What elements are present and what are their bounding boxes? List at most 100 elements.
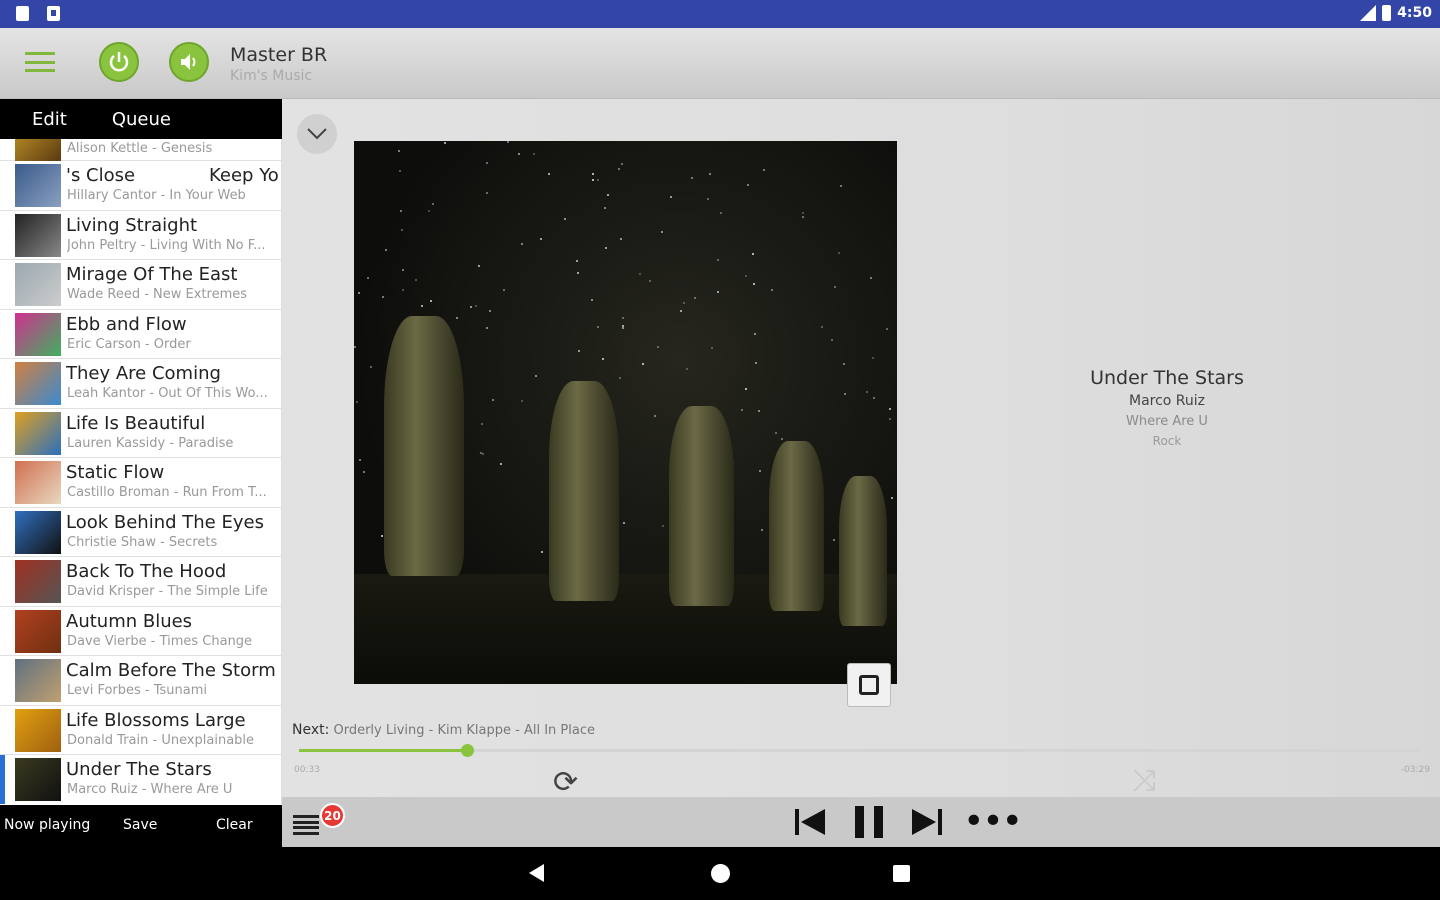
track-title: Back To The Hood <box>66 561 227 582</box>
star <box>690 177 693 180</box>
star <box>363 471 366 474</box>
star <box>757 409 760 412</box>
list-item[interactable]: Back To The Hood David Krisper - The Simp… <box>0 557 281 607</box>
star <box>602 357 605 360</box>
star <box>866 391 869 394</box>
collapse-button[interactable] <box>297 114 337 154</box>
list-item[interactable]: Mirage Of The East Wade Reed - New Extrem… <box>0 260 281 310</box>
zone-title: Master BR <box>230 44 328 66</box>
save-button[interactable]: Save <box>123 817 157 833</box>
recent-apps-icon[interactable] <box>893 865 910 882</box>
star <box>481 453 484 456</box>
list-item[interactable]: Static Flow Castillo Broman - Run From T.… <box>0 458 281 508</box>
track-title: Mirage Of The East <box>66 264 238 285</box>
star <box>548 173 551 176</box>
next-track-button[interactable] <box>907 805 947 839</box>
star <box>607 193 610 196</box>
star <box>486 192 489 195</box>
power-button[interactable] <box>99 42 139 82</box>
now-playing-panel: Under The Stars Marco Ruiz Where Are U R… <box>282 99 1440 800</box>
album-thumbnail <box>15 139 61 161</box>
back-icon[interactable] <box>529 864 544 882</box>
track-subtitle: Levi Forbes - Tsunami <box>67 683 208 698</box>
list-item[interactable]: 's Close Keep Yo Hillary Cantor - In Your … <box>0 161 281 211</box>
hamburger-menu-icon[interactable] <box>25 52 55 72</box>
star <box>741 409 744 412</box>
list-item[interactable]: Ebb and Flow Eric Carson - Order <box>0 310 281 359</box>
speaker-icon <box>181 54 196 70</box>
star <box>802 211 805 214</box>
more-options-icon[interactable]: ••• <box>963 804 1023 840</box>
progress-slider[interactable] <box>299 744 1419 757</box>
star <box>420 304 423 307</box>
track-subtitle: Dave Vierbe - Times Change <box>67 633 253 649</box>
star <box>622 317 625 320</box>
pause-button[interactable] <box>849 805 889 839</box>
star <box>844 392 847 395</box>
star <box>670 196 673 199</box>
previous-track-button[interactable] <box>790 805 830 839</box>
star <box>485 327 488 330</box>
track-album: Where Are U <box>1126 414 1208 429</box>
star <box>832 539 835 542</box>
star <box>401 269 404 272</box>
star <box>485 162 488 165</box>
list-item[interactable]: Alison Kettle - Genesis <box>0 139 281 161</box>
album-thumbnail <box>15 263 61 306</box>
now-playing-button[interactable]: Now playing <box>4 817 90 833</box>
list-item[interactable]: Autumn Blues Dave Vierbe - Times Change <box>0 607 281 656</box>
star <box>414 278 417 281</box>
track-title: Life Blossoms Large <box>66 709 246 731</box>
track-subtitle: Wade Reed - New Extremes <box>67 287 248 302</box>
list-item[interactable]: Life Blossoms Large Donald Train - Unexpl… <box>0 706 281 755</box>
star <box>762 169 765 171</box>
home-icon[interactable] <box>711 864 730 883</box>
star <box>402 289 405 292</box>
star <box>744 388 747 391</box>
album-thumbnail <box>15 659 61 702</box>
volume-button[interactable] <box>169 42 209 82</box>
album-thumbnail <box>15 560 61 603</box>
star <box>843 362 846 365</box>
star <box>535 374 538 377</box>
progress-knob[interactable] <box>461 744 474 757</box>
star <box>355 401 358 404</box>
album-thumbnail <box>15 411 61 455</box>
album-thumbnail <box>15 213 61 257</box>
list-item[interactable]: They Are Coming Leah Kantor - Out Of This… <box>0 359 281 409</box>
album-thumbnail <box>15 312 61 356</box>
list-item[interactable]: Life Is Beautiful Lauren Kassidy - Paradi… <box>0 409 281 458</box>
tab-edit[interactable]: Edit <box>0 109 67 130</box>
star <box>597 325 600 328</box>
status-time: 4:50 <box>1397 5 1432 21</box>
tab-queue[interactable]: Queue <box>67 109 171 130</box>
shuffle-icon[interactable]: ⤨ <box>1132 763 1156 798</box>
star <box>398 169 401 172</box>
track-subtitle: Hillary Cantor - In Your Web <box>67 188 246 203</box>
star <box>592 178 595 181</box>
repeat-icon[interactable]: ⟳ <box>553 765 578 800</box>
track-title: Under The Stars <box>1090 367 1244 389</box>
list-item[interactable]: Calm Before The Storm Levi Forbes - Tsuna… <box>0 656 281 706</box>
star <box>369 366 372 369</box>
list-item[interactable]: Under The Stars Marco Ruiz - Where Are U <box>0 755 281 804</box>
star <box>661 524 664 527</box>
clear-button[interactable]: Clear <box>216 817 253 833</box>
list-item[interactable]: Living Straight John Peltry - Living With… <box>0 211 281 260</box>
star <box>685 367 688 370</box>
system-nav-bar <box>0 847 1440 900</box>
star <box>564 218 567 221</box>
queue-list-icon[interactable] <box>293 815 319 835</box>
chevron-down-icon <box>307 128 327 140</box>
queue-panel: Edit Queue Alison Kettle - Genesis 's Clo… <box>0 99 282 847</box>
queue-list[interactable]: Alison Kettle - Genesis 's Close Keep Yo Hi… <box>0 139 282 804</box>
album-art[interactable] <box>354 141 897 684</box>
status-bar: 4:50 <box>0 0 1440 28</box>
zone-subtitle: Kim's Music <box>230 68 313 84</box>
list-item[interactable]: Look Behind The Eyes Christie Shaw - Secr… <box>0 508 281 557</box>
queue-footer: Now playing Save Clear <box>0 805 282 847</box>
track-subtitle: Leah Kantor - Out Of This Wo... <box>67 386 268 401</box>
sonos-badge-icon[interactable] <box>847 663 891 707</box>
star <box>679 309 682 312</box>
star <box>888 407 891 410</box>
